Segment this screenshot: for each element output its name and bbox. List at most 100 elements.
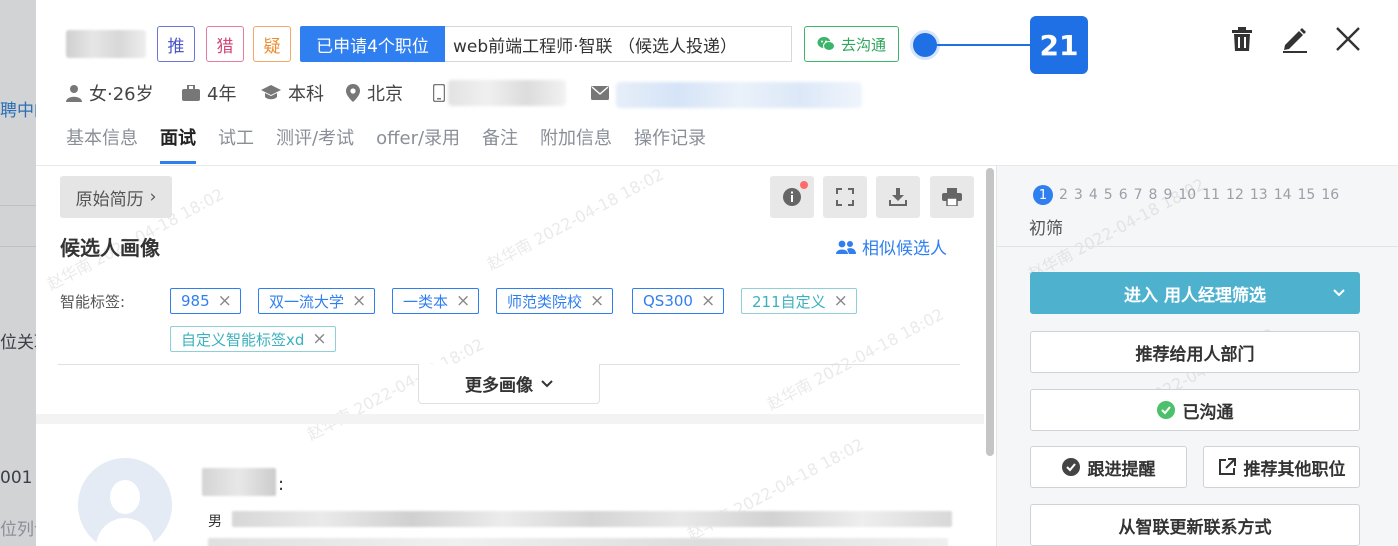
chat-button[interactable]: 去沟通 bbox=[804, 26, 899, 62]
step[interactable]: 4 bbox=[1089, 187, 1098, 203]
step-current[interactable]: 1 bbox=[1033, 185, 1053, 205]
users-icon bbox=[836, 240, 856, 254]
contacted-button[interactable]: 已沟通 bbox=[1030, 389, 1360, 431]
backdrop-text: 001 bbox=[0, 468, 33, 488]
job-select[interactable]: web前端工程师·智联 （候选人投递） bbox=[445, 26, 792, 62]
tag-qs300[interactable]: QS300 × bbox=[632, 288, 725, 314]
watermark: 赵华南 2022-04-18 18:02 bbox=[683, 434, 867, 545]
step[interactable]: 13 bbox=[1250, 187, 1268, 203]
trash-icon[interactable] bbox=[1227, 24, 1257, 54]
doubt-badge[interactable]: 疑 bbox=[253, 26, 291, 62]
download-icon bbox=[889, 188, 907, 206]
follow-up-reminder-button[interactable]: 跟进提醒 bbox=[1030, 446, 1187, 488]
step[interactable]: 3 bbox=[1074, 187, 1083, 203]
tab-offer[interactable]: offer/录用 bbox=[376, 126, 460, 166]
user-icon bbox=[66, 85, 82, 102]
resume-panel: 赵华南 2022-04-18 18:02 赵华南 2022-04-18 18:0… bbox=[36, 166, 996, 546]
tag-first-tier[interactable]: 一类本 × bbox=[392, 288, 480, 314]
step[interactable]: 8 bbox=[1149, 187, 1158, 203]
scrollbar[interactable] bbox=[986, 168, 994, 456]
tag-label: 智能标签: bbox=[60, 293, 126, 311]
step[interactable]: 7 bbox=[1134, 187, 1143, 203]
close-icon[interactable]: × bbox=[352, 292, 366, 310]
applied-positions-button[interactable]: 已申请4个职位 bbox=[300, 26, 445, 62]
tab-notes[interactable]: 备注 bbox=[482, 126, 518, 166]
tag-custom-smart[interactable]: 自定义智能标签xd × bbox=[170, 326, 336, 352]
tab-operation-log[interactable]: 操作记录 bbox=[634, 126, 706, 166]
check-circle-icon bbox=[1156, 401, 1175, 419]
step[interactable]: 14 bbox=[1274, 187, 1292, 203]
tab-interview[interactable]: 面试 bbox=[160, 126, 196, 166]
notification-dot bbox=[800, 181, 808, 189]
close-icon[interactable]: × bbox=[456, 292, 470, 310]
backdrop-text: 聘中的 bbox=[0, 101, 36, 121]
backdrop-divider bbox=[0, 246, 36, 247]
candidate-name-redacted bbox=[66, 30, 146, 58]
wechat-icon bbox=[817, 37, 835, 51]
step[interactable]: 11 bbox=[1202, 187, 1220, 203]
candidate-name-redacted bbox=[202, 468, 276, 496]
tag-normal-university[interactable]: 师范类院校 × bbox=[496, 288, 614, 314]
fullscreen-button[interactable] bbox=[823, 176, 867, 218]
tab-trial-work[interactable]: 试工 bbox=[218, 126, 254, 166]
chevron-down-icon[interactable] bbox=[1332, 284, 1346, 302]
tag-985[interactable]: 985 × bbox=[170, 288, 241, 314]
info-button[interactable] bbox=[770, 176, 814, 218]
chevron-right-icon: › bbox=[149, 187, 157, 207]
step[interactable]: 10 bbox=[1178, 187, 1196, 203]
step[interactable]: 9 bbox=[1163, 187, 1172, 203]
step[interactable]: 2 bbox=[1059, 187, 1068, 203]
update-contact-button[interactable]: 从智联更新联系方式 bbox=[1030, 504, 1360, 546]
phone bbox=[433, 80, 445, 106]
backdrop-text: 位关耶 bbox=[0, 333, 36, 353]
info-icon bbox=[783, 188, 801, 206]
fullscreen-icon bbox=[836, 188, 854, 206]
watermark: 赵华南 2022-04-18 18:02 bbox=[483, 166, 667, 275]
avatar bbox=[78, 458, 172, 546]
edit-icon[interactable] bbox=[1280, 24, 1310, 54]
candidate-drawer: 推 猎 疑 已申请4个职位 web前端工程师·智联 （候选人投递） 去沟通 21 bbox=[36, 0, 1398, 546]
close-icon[interactable]: × bbox=[218, 292, 232, 310]
step[interactable]: 16 bbox=[1321, 187, 1339, 203]
divider bbox=[997, 246, 1398, 247]
print-button[interactable] bbox=[930, 176, 974, 218]
step[interactable]: 5 bbox=[1104, 187, 1113, 203]
annotation-line bbox=[935, 44, 1031, 46]
gender-age: 女·26岁 bbox=[66, 80, 154, 106]
original-resume-button[interactable]: 原始简历 › bbox=[60, 176, 172, 218]
download-button[interactable] bbox=[876, 176, 920, 218]
location-pin-icon bbox=[346, 84, 360, 102]
tab-extra-info[interactable]: 附加信息 bbox=[540, 126, 612, 166]
watermark: 赵华南 2022-04-18 18:02 bbox=[763, 304, 947, 415]
advance-to-manager-button[interactable]: 进入 用人经理筛选 bbox=[1030, 272, 1360, 314]
step[interactable]: 15 bbox=[1298, 187, 1316, 203]
close-icon[interactable]: × bbox=[590, 292, 604, 310]
recommend-dept-button[interactable]: 推荐给用人部门 bbox=[1030, 331, 1360, 373]
hunter-badge[interactable]: 猎 bbox=[206, 26, 244, 62]
similar-candidates-link[interactable]: 相似候选人 bbox=[836, 234, 947, 259]
name-colon: : bbox=[278, 474, 285, 495]
tab-assessment[interactable]: 测评/考试 bbox=[276, 126, 354, 166]
more-portrait-button[interactable]: 更多画像 bbox=[418, 364, 600, 404]
recommend-badge[interactable]: 推 bbox=[157, 26, 195, 62]
chat-button-label: 去沟通 bbox=[840, 35, 886, 54]
backdrop-text: 位列诗 bbox=[0, 520, 36, 540]
recommend-other-position-button[interactable]: 推荐其他职位 bbox=[1203, 446, 1360, 488]
step[interactable]: 12 bbox=[1226, 187, 1244, 203]
tab-basic-info[interactable]: 基本信息 bbox=[66, 126, 138, 166]
step-indicator: 1 2 3 4 5 6 7 8 9 10 11 12 13 14 15 16 bbox=[1033, 184, 1339, 206]
briefcase-icon bbox=[182, 85, 200, 101]
step[interactable]: 6 bbox=[1119, 187, 1128, 203]
tag-double-first-class[interactable]: 双一流大学 × bbox=[258, 288, 376, 314]
close-icon[interactable]: × bbox=[312, 330, 326, 348]
annotation-number-badge: 21 bbox=[1030, 16, 1088, 74]
close-icon[interactable]: × bbox=[701, 292, 715, 310]
external-link-icon bbox=[1218, 458, 1236, 475]
section-gap bbox=[36, 414, 984, 424]
close-icon[interactable]: × bbox=[834, 292, 848, 310]
tag-211-custom[interactable]: 211自定义 × bbox=[741, 288, 857, 314]
annotation-dot bbox=[913, 33, 937, 57]
experience: 4年 bbox=[182, 80, 236, 106]
chevron-down-icon bbox=[541, 379, 553, 387]
close-icon[interactable] bbox=[1333, 24, 1363, 54]
